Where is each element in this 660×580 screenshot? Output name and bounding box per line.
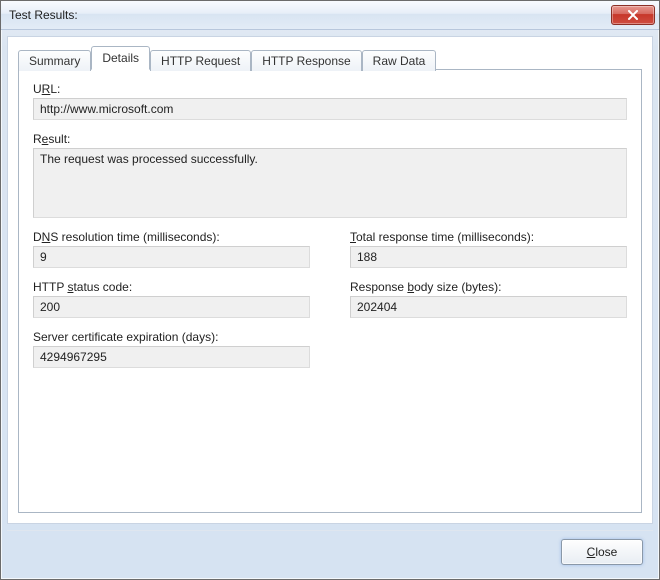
status-field: 200 — [33, 296, 310, 318]
bottom-bar: Close — [7, 530, 653, 573]
result-field: The request was processed successfully. — [33, 148, 627, 218]
total-field: 188 — [350, 246, 627, 268]
total-label: Total response time (milliseconds): — [350, 230, 627, 244]
tabstrip: Summary Details HTTP Request HTTP Respon… — [18, 47, 642, 69]
dns-label: DNS resolution time (milliseconds): — [33, 230, 310, 244]
result-label: Result: — [33, 132, 627, 146]
tab-http-request[interactable]: HTTP Request — [150, 50, 251, 71]
tab-summary[interactable]: Summary — [18, 50, 91, 71]
titlebar: Test Results: — [1, 1, 659, 30]
close-button[interactable]: Close — [561, 539, 643, 565]
cert-label: Server certificate expiration (days): — [33, 330, 310, 344]
close-icon — [627, 10, 639, 20]
dialog-window: Test Results: Summary Details HTTP Reque… — [0, 0, 660, 580]
cert-field: 4294967295 — [33, 346, 310, 368]
window-close-button[interactable] — [611, 5, 655, 25]
body-label: Response body size (bytes): — [350, 280, 627, 294]
tabpage-details: URL: http://www.microsoft.com Result: Th… — [18, 69, 642, 513]
body-field: 202404 — [350, 296, 627, 318]
status-label: HTTP status code: — [33, 280, 310, 294]
url-field: http://www.microsoft.com — [33, 98, 627, 120]
tab-raw-data[interactable]: Raw Data — [362, 50, 437, 71]
url-label: URL: — [33, 82, 627, 96]
window-title: Test Results: — [9, 8, 611, 22]
tab-http-response[interactable]: HTTP Response — [251, 50, 361, 71]
tab-details[interactable]: Details — [91, 46, 150, 70]
client-area: Summary Details HTTP Request HTTP Respon… — [7, 36, 653, 524]
dns-field: 9 — [33, 246, 310, 268]
